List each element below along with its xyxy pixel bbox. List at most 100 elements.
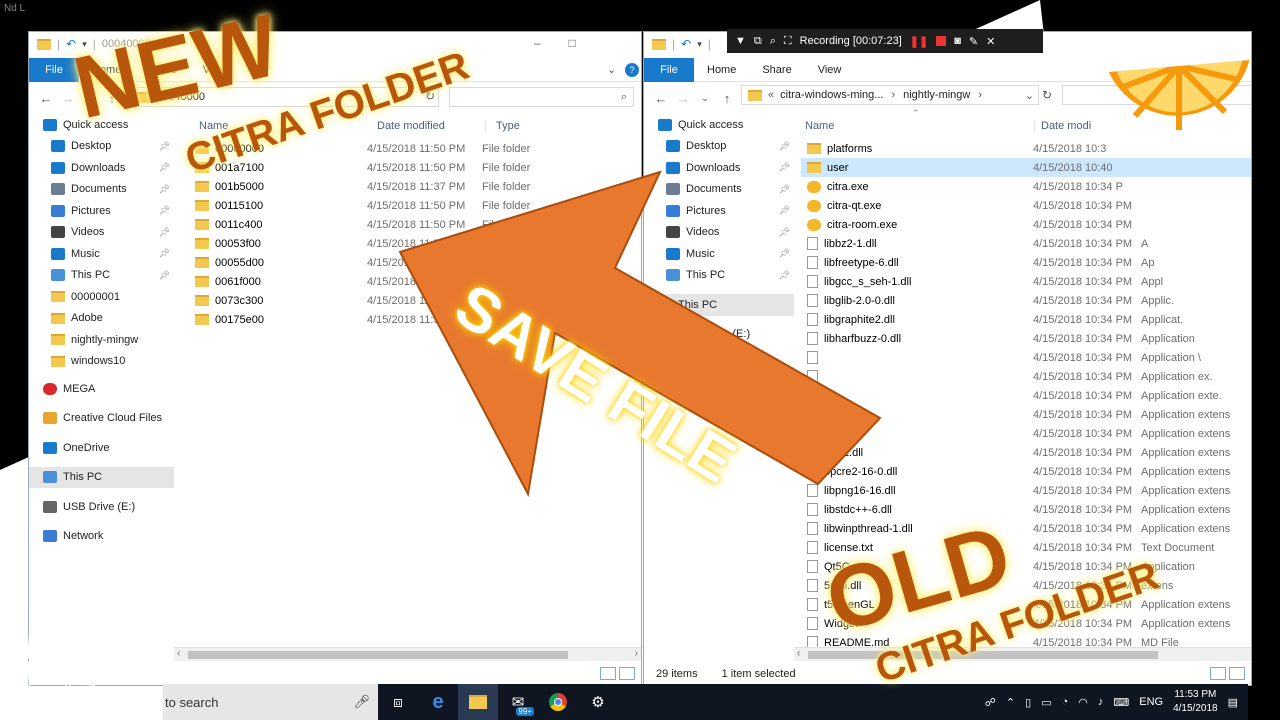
- scroll-left-icon[interactable]: ‹: [797, 648, 800, 659]
- nav-item[interactable]: OneDrive: [29, 437, 174, 459]
- window-controls[interactable]: –□: [534, 36, 604, 50]
- clock[interactable]: 11:53 PM 4/15/2018: [1173, 688, 1218, 716]
- pin-icon[interactable]: 📌︎: [159, 205, 170, 216]
- menu-chevron-icon[interactable]: ▼: [735, 35, 746, 47]
- file-row[interactable]: -8.dll 4/15/2018 10:34 PM Application exte…: [801, 424, 1251, 443]
- nav-item[interactable]: Documents 📌︎: [644, 179, 794, 201]
- crop-icon[interactable]: ⛶: [784, 35, 792, 48]
- nav-item[interactable]: Documents 📌︎: [29, 179, 174, 201]
- tab-share[interactable]: Share: [749, 64, 804, 76]
- taskbar-search[interactable]: to search 🎤︎: [163, 684, 378, 720]
- nav-item[interactable]: Pictures 📌︎: [644, 200, 794, 222]
- file-row[interactable]: citra.exe 4/15/2018 10:34 P: [801, 177, 1251, 196]
- file-row[interactable]: libwinpthread-1.dll 4/15/2018 10:34 PM App…: [801, 519, 1251, 538]
- file-row[interactable]: libfreetype-6.dll 4/15/2018 10:34 PM Ap: [801, 253, 1251, 272]
- nav-item[interactable]: nightly-mingw: [29, 329, 174, 351]
- details-view-icon[interactable]: [1210, 667, 1226, 680]
- breadcrumb-separator[interactable]: ›: [891, 89, 895, 101]
- nav-item[interactable]: USB Drive (E:): [29, 496, 174, 518]
- nav-item[interactable]: Downloads 📌︎: [644, 157, 794, 179]
- file-row[interactable]: 00115100 4/15/2018 11:50 PM File folder: [189, 196, 639, 215]
- details-view-icon[interactable]: [600, 667, 616, 680]
- pin-icon[interactable]: 📌︎: [159, 227, 170, 238]
- pin-icon[interactable]: 📌︎: [159, 141, 170, 152]
- file-row[interactable]: 00175e00 4/15/2018 11:50 PM File folder: [189, 310, 639, 329]
- horizontal-scrollbar[interactable]: ‹: [794, 647, 1251, 661]
- nav-item[interactable]: Music 📌︎: [29, 243, 174, 265]
- mail-icon[interactable]: ✉ 99+: [498, 684, 538, 720]
- nav-item[interactable]: MEGA: [29, 378, 174, 400]
- window-icon[interactable]: ⧉: [754, 35, 762, 48]
- nav-item[interactable]: Adobe: [29, 308, 174, 330]
- file-row[interactable]: 001b5000 4/15/2018 11:37 PM File folder: [189, 177, 639, 196]
- camera-icon[interactable]: ◙: [954, 35, 961, 47]
- pause-icon[interactable]: ❚❚: [910, 35, 928, 48]
- task-view-icon[interactable]: ⧈: [378, 684, 418, 720]
- file-row[interactable]: citra-room.exe 4/15/2018 10:34 PM: [801, 215, 1251, 234]
- file-row[interactable]: libstdc++-6.dll 4/15/2018 10:34 PM Applica…: [801, 500, 1251, 519]
- chrome-icon[interactable]: [538, 684, 578, 720]
- network-tray-icon[interactable]: ◔: [1062, 696, 1069, 708]
- back-icon[interactable]: ←: [650, 91, 672, 106]
- volume-icon[interactable]: ♪: [1098, 696, 1104, 708]
- nav-item[interactable]: Network: [644, 353, 794, 375]
- help-icon[interactable]: ?: [625, 62, 639, 77]
- close-icon[interactable]: ✕: [986, 35, 995, 48]
- language-indicator[interactable]: ENG: [1139, 696, 1163, 708]
- pin-icon[interactable]: 📌︎: [159, 270, 170, 281]
- pin-icon[interactable]: 📌︎: [779, 270, 790, 281]
- nav-item[interactable]: This PC: [644, 294, 794, 316]
- pin-icon[interactable]: 📌︎: [779, 248, 790, 259]
- recent-chevron-icon[interactable]: ⌄: [694, 93, 716, 104]
- nav-item[interactable]: Pictures 📌︎: [29, 200, 174, 222]
- pin-icon[interactable]: 📌︎: [159, 162, 170, 173]
- chevron-down-icon[interactable]: ▾: [697, 39, 702, 50]
- pin-icon[interactable]: 📌︎: [779, 184, 790, 195]
- ribbon-expand-icon[interactable]: ⌄: [607, 63, 616, 76]
- pin-icon[interactable]: 📌︎: [779, 162, 790, 173]
- pen-icon[interactable]: ✎: [969, 35, 978, 48]
- pin-icon[interactable]: 📌︎: [159, 248, 170, 259]
- file-row[interactable]: libglib-2.0-0.dll 4/15/2018 10:34 PM Appli…: [801, 291, 1251, 310]
- wifi-icon[interactable]: ◠: [1078, 696, 1088, 709]
- show-hidden-icons-icon[interactable]: ⌃: [1006, 696, 1015, 709]
- file-row[interactable]: citra-qt.exe 4/15/2018 10:34 PM: [801, 196, 1251, 215]
- tab-home[interactable]: Home: [694, 64, 749, 76]
- settings-gear-icon[interactable]: ⚙: [578, 684, 618, 720]
- file-row[interactable]: libgraphite2.dll 4/15/2018 10:34 PM Applic…: [801, 310, 1251, 329]
- stop-icon[interactable]: [936, 36, 947, 46]
- zoom-icon[interactable]: ⌕: [770, 35, 776, 48]
- large-icons-view-icon[interactable]: [619, 667, 635, 680]
- nav-item[interactable]: Quick access: [644, 114, 794, 136]
- large-icons-view-icon[interactable]: [1229, 667, 1245, 680]
- horizontal-scrollbar[interactable]: ‹ ›: [174, 647, 641, 661]
- nav-item[interactable]: This PC 📌︎: [644, 265, 794, 287]
- file-row[interactable]: 4/15/2018 10:34 PM Application exte.: [801, 386, 1251, 405]
- scroll-thumb[interactable]: [188, 651, 568, 659]
- microphone-icon[interactable]: 🎤︎: [353, 694, 370, 710]
- address-bar[interactable]: « citra-windows-ming... › nightly-mingw …: [741, 85, 1039, 105]
- edge-icon[interactable]: e: [418, 684, 458, 720]
- nav-item[interactable]: Music 📌︎: [644, 243, 794, 265]
- file-row[interactable]: libgcc_s_seh-1.dll 4/15/2018 10:34 PM Appl: [801, 272, 1251, 291]
- file-row[interactable]: 0061f000 4/15/2018 11:50 PM File folder: [189, 272, 639, 291]
- chevron-down-icon[interactable]: ⌄: [1025, 89, 1034, 102]
- breadcrumb-nightly-mingw[interactable]: nightly-mingw: [903, 89, 970, 101]
- file-row[interactable]: 00053f00 4/15/2018 11:50 PM File folder: [189, 234, 639, 253]
- forward-icon[interactable]: →: [672, 91, 694, 106]
- scroll-right-icon[interactable]: ›: [635, 648, 638, 659]
- file-row[interactable]: 4/15/2018 10:34 PM Application \: [801, 348, 1251, 367]
- col-name[interactable]: Name: [799, 120, 1034, 132]
- breadcrumb-separator[interactable]: ›: [978, 89, 982, 101]
- usb-tray-icon[interactable]: ▯: [1025, 696, 1031, 709]
- nav-item[interactable]: Desktop 📌︎: [29, 136, 174, 158]
- back-icon[interactable]: ←: [35, 91, 57, 106]
- refresh-icon[interactable]: ↻: [1042, 88, 1052, 102]
- file-row[interactable]: 0011c400 4/15/2018 11:50 PM File folder: [189, 215, 639, 234]
- file-row[interactable]: libpng16-16.dll 4/15/2018 10:34 PM Applica…: [801, 481, 1251, 500]
- pin-icon[interactable]: 📌︎: [779, 227, 790, 238]
- col-type[interactable]: Type: [485, 120, 595, 132]
- nav-item[interactable]: USB Drive (E:): [644, 324, 794, 346]
- pin-icon[interactable]: 📌︎: [159, 184, 170, 195]
- search-input[interactable]: ⌕: [449, 87, 634, 107]
